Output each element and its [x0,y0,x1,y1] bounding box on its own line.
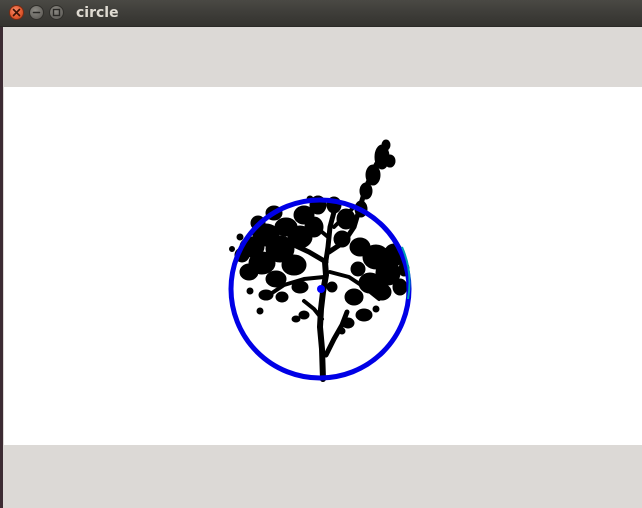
close-icon [12,8,21,17]
toolbar-area [0,27,642,87]
minimize-button[interactable] [29,5,44,20]
close-button[interactable] [9,5,24,20]
desktop-edge [0,27,3,508]
image-canvas [4,87,642,445]
status-area [0,445,642,508]
tree-silhouette [229,139,410,382]
maximize-icon [52,8,61,17]
title-bar[interactable]: circle [0,0,642,27]
tree-circle-image [228,139,412,382]
app-window: circle [0,0,642,508]
window-title: circle [76,5,119,21]
maximize-button[interactable] [49,5,64,20]
minimize-icon [32,11,41,14]
circle-center-point [317,285,325,293]
